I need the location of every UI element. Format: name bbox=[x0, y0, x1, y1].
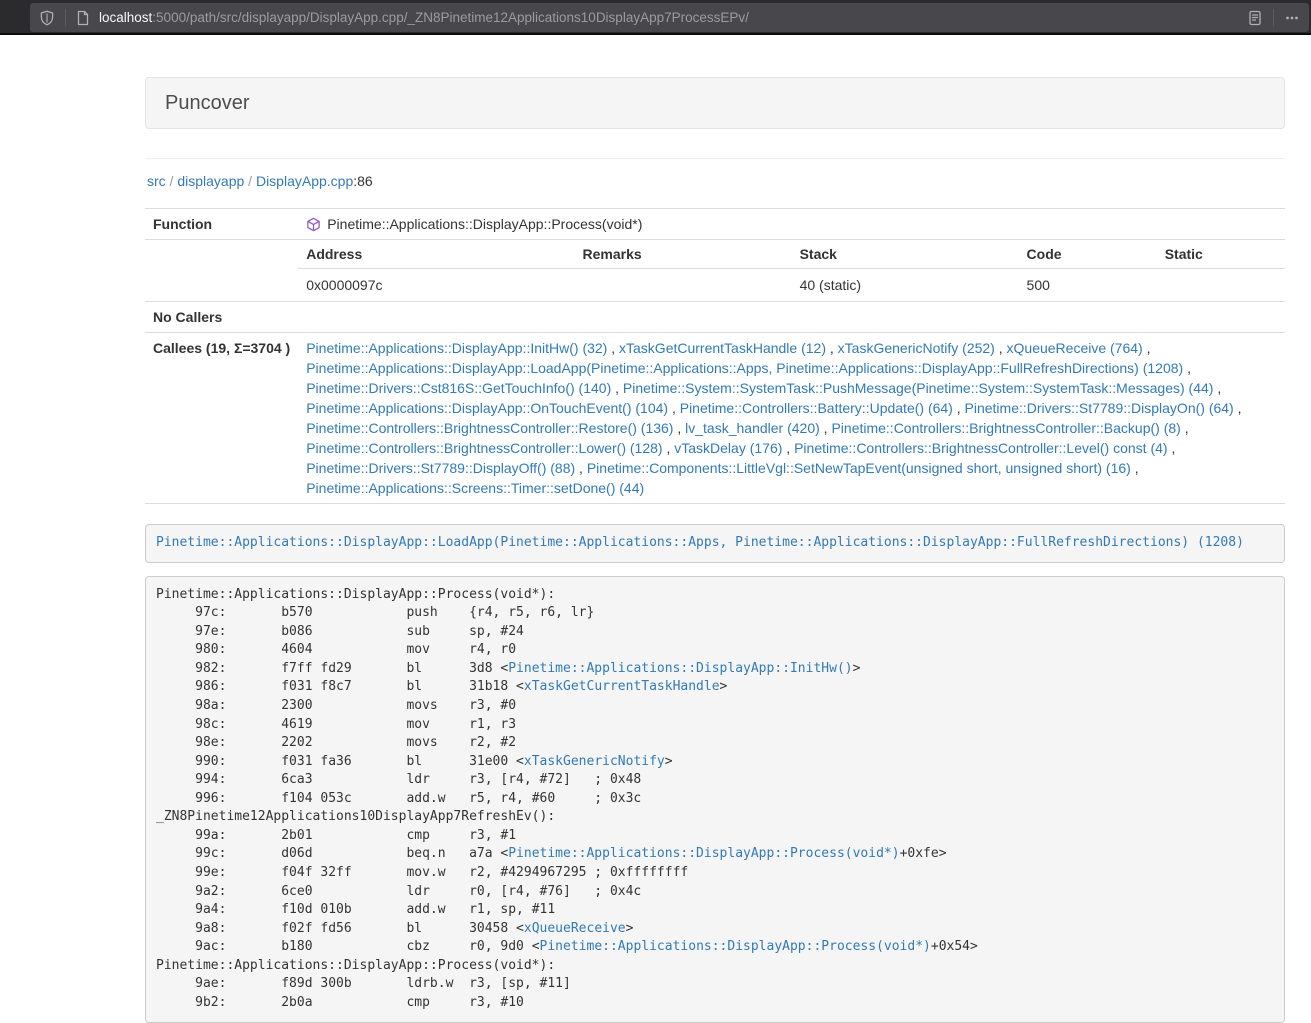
cell-code: 500 bbox=[1019, 269, 1157, 302]
callee-link[interactable]: Pinetime::Drivers::Cst816S::GetTouchInfo… bbox=[306, 380, 611, 396]
callee-link[interactable]: Pinetime::Applications::DisplayApp::Load… bbox=[306, 360, 1183, 376]
breadcrumb-separator: / bbox=[244, 173, 256, 189]
callee-link[interactable]: xTaskGenericNotify (252) bbox=[838, 340, 995, 356]
cell-static bbox=[1157, 269, 1285, 302]
reader-view-icon[interactable] bbox=[1244, 10, 1266, 26]
app-header: Puncover bbox=[145, 77, 1285, 129]
no-callers-row: No Callers bbox=[145, 302, 1285, 333]
asm-symbol-link[interactable]: Pinetime::Applications::DisplayApp::Init… bbox=[508, 661, 852, 676]
app-title: Puncover bbox=[165, 92, 250, 114]
callee-link[interactable]: Pinetime::Applications::DisplayApp::Init… bbox=[306, 340, 607, 356]
col-header-stack: Stack bbox=[792, 240, 1019, 269]
divider bbox=[145, 158, 1285, 159]
callee-link[interactable]: Pinetime::Applications::Screens::Timer::… bbox=[306, 480, 644, 496]
page-info-icon[interactable] bbox=[73, 10, 93, 26]
cell-address: 0x0000097c bbox=[298, 269, 574, 302]
callee-link[interactable]: xTaskGetCurrentTaskHandle (12) bbox=[619, 340, 826, 356]
callees-row: Callees (19, Σ=3704 ) Pinetime::Applicat… bbox=[145, 333, 1285, 504]
function-label: Function bbox=[145, 209, 298, 240]
col-header-address: Address bbox=[298, 240, 574, 269]
url-path: :5000/path/src/displayapp/DisplayApp.cpp… bbox=[152, 10, 749, 25]
callee-link[interactable]: Pinetime::Drivers::St7789::DisplayOn() (… bbox=[965, 400, 1234, 416]
asm-symbol-link[interactable]: Pinetime::Applications::DisplayApp::Proc… bbox=[508, 846, 899, 861]
callees-label: Callees (19, Σ=3704 ) bbox=[145, 333, 298, 504]
col-header-static: Static bbox=[1157, 240, 1285, 269]
page-content: Puncover src / displayapp / DisplayApp.c… bbox=[145, 35, 1285, 1023]
callee-link[interactable]: vTaskDelay (176) bbox=[674, 440, 782, 456]
cell-remarks bbox=[575, 269, 792, 302]
function-row: Function Pinetime::Applications::Display… bbox=[145, 209, 1285, 240]
callee-link[interactable]: Pinetime::Applications::DisplayApp::OnTo… bbox=[306, 400, 668, 416]
selected-callee-snippet: Pinetime::Applications::DisplayApp::Load… bbox=[145, 524, 1285, 563]
asm-symbol-link[interactable]: xQueueReceive bbox=[524, 921, 626, 936]
callee-link[interactable]: Pinetime::Drivers::St7789::DisplayOff() … bbox=[306, 460, 575, 476]
asm-symbol-link[interactable]: Pinetime::Applications::DisplayApp::Proc… bbox=[540, 939, 931, 954]
symbol-cube-icon bbox=[306, 217, 321, 232]
callee-link[interactable]: Pinetime::Controllers::BrightnessControl… bbox=[306, 420, 673, 436]
breadcrumb: src / displayapp / DisplayApp.cpp:86 bbox=[147, 171, 1285, 191]
callee-link[interactable]: Pinetime::Controllers::BrightnessControl… bbox=[831, 420, 1180, 436]
url-text[interactable]: localhost:5000/path/src/displayapp/Displ… bbox=[99, 10, 1244, 25]
callee-link[interactable]: Pinetime::System::SystemTask::PushMessag… bbox=[623, 380, 1214, 396]
breadcrumb-link[interactable]: src bbox=[147, 173, 166, 189]
address-bar[interactable]: localhost:5000/path/src/displayapp/Displ… bbox=[30, 3, 1309, 32]
breadcrumb-separator: / bbox=[166, 173, 178, 189]
callee-link[interactable]: Pinetime::Controllers::BrightnessControl… bbox=[794, 440, 1167, 456]
load-app-link[interactable]: Pinetime::Applications::DisplayApp::Load… bbox=[156, 535, 1244, 550]
callee-link[interactable]: Pinetime::Controllers::Battery::Update()… bbox=[680, 400, 953, 416]
metrics-header-row: Address Remarks Stack Code Static bbox=[298, 240, 1285, 269]
callees-list: Pinetime::Applications::DisplayApp::Init… bbox=[298, 333, 1285, 504]
col-header-remarks: Remarks bbox=[575, 240, 792, 269]
breadcrumb-line-number: :86 bbox=[353, 173, 372, 189]
urlbar-divider bbox=[1273, 9, 1274, 26]
metrics-value-row: 0x0000097c 40 (static) 500 bbox=[298, 269, 1285, 302]
cell-stack: 40 (static) bbox=[792, 269, 1019, 302]
browser-chrome: localhost:5000/path/src/displayapp/Displ… bbox=[0, 0, 1311, 35]
breadcrumb-link[interactable]: displayapp bbox=[177, 173, 244, 189]
function-table: Function Pinetime::Applications::Display… bbox=[145, 208, 1285, 504]
metrics-row: Address Remarks Stack Code Static 0x0000… bbox=[145, 240, 1285, 302]
breadcrumb-link[interactable]: DisplayApp.cpp bbox=[256, 173, 353, 189]
callee-link[interactable]: Pinetime::Controllers::BrightnessControl… bbox=[306, 440, 662, 456]
asm-symbol-link[interactable]: xTaskGenericNotify bbox=[524, 754, 665, 769]
urlbar-divider bbox=[65, 9, 66, 26]
asm-symbol-link[interactable]: xTaskGetCurrentTaskHandle bbox=[524, 679, 720, 694]
col-header-code: Code bbox=[1019, 240, 1157, 269]
no-callers-label: No Callers bbox=[145, 302, 298, 333]
function-name: Pinetime::Applications::DisplayApp::Proc… bbox=[327, 214, 642, 234]
metrics-table: Address Remarks Stack Code Static 0x0000… bbox=[298, 240, 1285, 301]
shield-icon[interactable] bbox=[36, 10, 58, 26]
callee-link[interactable]: lv_task_handler (420) bbox=[685, 420, 820, 436]
url-host: localhost bbox=[99, 10, 152, 25]
callee-link[interactable]: xQueueReceive (764) bbox=[1007, 340, 1143, 356]
more-options-icon[interactable] bbox=[1281, 10, 1303, 26]
callee-link[interactable]: Pinetime::Components::LittleVgl::SetNewT… bbox=[587, 460, 1131, 476]
disassembly-code: Pinetime::Applications::DisplayApp::Proc… bbox=[145, 576, 1285, 1023]
